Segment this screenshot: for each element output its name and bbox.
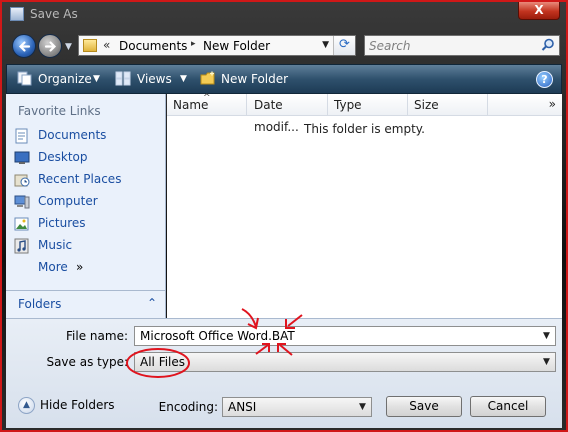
forward-button[interactable] bbox=[38, 34, 62, 58]
recent-places-icon bbox=[14, 174, 30, 187]
hide-folders-label: Hide Folders bbox=[40, 398, 115, 412]
address-dropdown-icon[interactable]: ▼ bbox=[322, 40, 329, 50]
music-icon bbox=[14, 238, 29, 254]
new-folder-button[interactable]: New Folder bbox=[221, 72, 288, 86]
column-header-label: Type bbox=[334, 98, 362, 112]
save-as-dialog: Save As X ▼ « Documents ▸ New Folder ▼ ⟳ bbox=[0, 0, 568, 432]
file-name-field[interactable]: Microsoft Office Word.BAT bbox=[140, 329, 295, 343]
organize-icon bbox=[17, 71, 32, 86]
sidebar-item-desktop[interactable]: Desktop bbox=[14, 148, 164, 168]
pictures-icon bbox=[14, 217, 29, 231]
views-dropdown-icon[interactable]: ▼ bbox=[180, 74, 187, 84]
sidebar-item-label: Pictures bbox=[38, 216, 86, 230]
breadcrumb-documents[interactable]: Documents bbox=[119, 39, 187, 53]
organize-dropdown-icon[interactable]: ▼ bbox=[93, 74, 100, 84]
address-bar[interactable]: « Documents ▸ New Folder ▼ ⟳ bbox=[78, 35, 356, 56]
computer-icon bbox=[14, 195, 30, 209]
folders-label: Folders bbox=[18, 297, 62, 311]
folders-toggle[interactable]: Folders ⌃ bbox=[6, 290, 166, 318]
breadcrumb-new-folder[interactable]: New Folder bbox=[203, 39, 270, 53]
sort-ascending-icon: ^ bbox=[203, 93, 211, 103]
desktop-icon bbox=[14, 151, 30, 164]
window-title: Save As bbox=[30, 7, 78, 21]
notepad-icon bbox=[10, 7, 24, 21]
column-header-size[interactable]: Size bbox=[408, 94, 488, 116]
forward-arrow-icon bbox=[44, 41, 57, 52]
sidebar-item-label: Computer bbox=[38, 194, 98, 208]
sidebar-item-recent-places[interactable]: Recent Places bbox=[14, 170, 164, 190]
encoding-value: ANSI bbox=[228, 400, 257, 414]
close-button[interactable]: X bbox=[518, 2, 560, 20]
sidebar-item-music[interactable]: Music bbox=[14, 236, 164, 256]
search-icon[interactable] bbox=[541, 38, 555, 52]
save-as-type-value: All Files bbox=[140, 355, 186, 369]
more-columns-icon[interactable]: » bbox=[549, 97, 556, 111]
title-bar: Save As X bbox=[2, 2, 566, 28]
more-chevron-icon: » bbox=[76, 260, 84, 274]
sidebar-item-label: Music bbox=[38, 238, 73, 252]
folder-icon bbox=[83, 39, 97, 52]
breadcrumb-separator-icon[interactable]: ▸ bbox=[191, 39, 196, 49]
address-overflow[interactable]: « bbox=[103, 38, 110, 52]
chevron-up-icon: ⌃ bbox=[146, 296, 157, 310]
sidebar-item-more[interactable]: More » bbox=[14, 258, 164, 278]
new-folder-icon bbox=[200, 71, 215, 85]
back-arrow-icon bbox=[18, 41, 31, 52]
save-options-panel: File name: Microsoft Office Word.BAT ▼ S… bbox=[6, 318, 562, 428]
file-name-label: File name: bbox=[66, 329, 128, 343]
search-box[interactable] bbox=[364, 35, 560, 56]
views-button[interactable]: Views bbox=[137, 72, 172, 86]
encoding-dropdown-icon[interactable]: ▼ bbox=[354, 398, 371, 416]
sidebar-more-label: More bbox=[38, 260, 68, 274]
search-input[interactable] bbox=[365, 36, 535, 55]
help-button[interactable]: ? bbox=[536, 71, 553, 88]
file-list[interactable]: ^ Name Date modif... Type Size » This fo… bbox=[167, 93, 562, 318]
save-as-type-select[interactable]: All Files ▼ bbox=[134, 352, 556, 372]
column-header-label: Size bbox=[414, 98, 439, 112]
command-bar: Organize ▼ Views ▼ New Folder ? bbox=[6, 64, 562, 94]
column-header-name[interactable]: ^ Name bbox=[167, 93, 247, 116]
navigation-pane: Favorite Links Documents Desktop Recent … bbox=[6, 94, 166, 318]
cancel-button[interactable]: Cancel bbox=[470, 396, 546, 417]
sidebar-item-computer[interactable]: Computer bbox=[14, 192, 164, 212]
save-as-type-dropdown-icon[interactable]: ▼ bbox=[538, 353, 555, 371]
views-icon bbox=[115, 71, 131, 86]
sidebar-item-label: Desktop bbox=[38, 150, 88, 164]
sidebar-item-label: Recent Places bbox=[38, 172, 122, 186]
documents-icon bbox=[15, 128, 28, 144]
sidebar-item-label: Documents bbox=[38, 128, 107, 142]
organize-button[interactable]: Organize bbox=[38, 72, 92, 86]
file-name-dropdown-icon[interactable]: ▼ bbox=[538, 327, 555, 345]
refresh-icon: ⟳ bbox=[339, 37, 350, 52]
recent-pages-dropdown-icon[interactable]: ▼ bbox=[65, 42, 72, 52]
column-header-date-modified[interactable]: Date modif... bbox=[248, 94, 328, 134]
save-button[interactable]: Save bbox=[386, 396, 462, 417]
empty-folder-message: This folder is empty. bbox=[304, 122, 425, 136]
sidebar-item-documents[interactable]: Documents bbox=[14, 126, 164, 146]
encoding-label: Encoding: bbox=[158, 400, 218, 414]
back-button[interactable] bbox=[12, 34, 36, 58]
chevron-up-circle-icon: ▲ bbox=[18, 397, 35, 414]
sidebar-item-pictures[interactable]: Pictures bbox=[14, 214, 164, 234]
refresh-button[interactable]: ⟳ bbox=[333, 36, 355, 55]
column-header-type[interactable]: Type bbox=[328, 94, 408, 116]
encoding-select[interactable]: ANSI ▼ bbox=[222, 397, 372, 417]
favorite-links-heading: Favorite Links bbox=[18, 104, 101, 118]
file-name-combobox[interactable]: Microsoft Office Word.BAT ▼ bbox=[134, 326, 556, 346]
save-as-type-label: Save as type: bbox=[46, 355, 128, 369]
column-headers: ^ Name Date modif... Type Size » bbox=[167, 93, 562, 134]
